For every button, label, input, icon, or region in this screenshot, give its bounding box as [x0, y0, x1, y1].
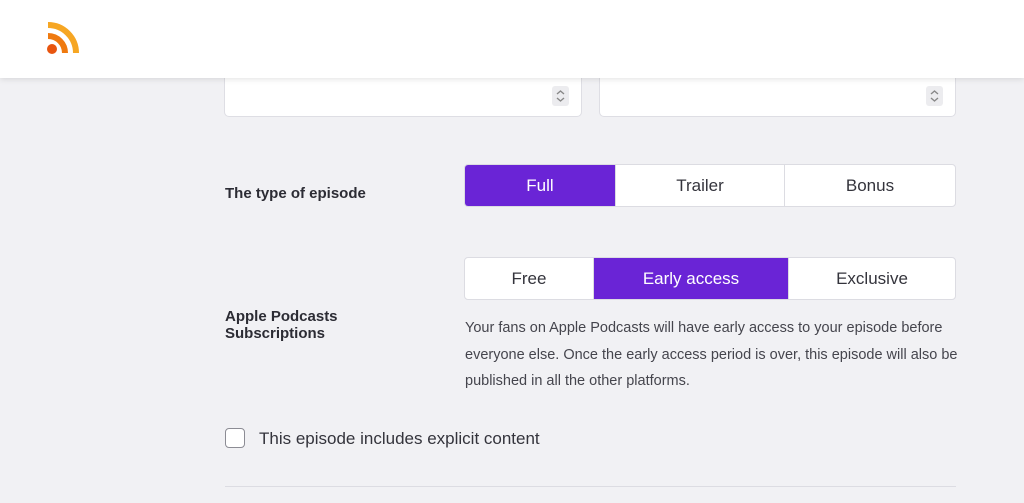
subscription-description: Your fans on Apple Podcasts will have ea…	[465, 315, 965, 395]
episode-type-bonus[interactable]: Bonus	[785, 165, 955, 206]
episode-type-label: The type of episode	[225, 185, 366, 202]
subscription-free[interactable]: Free	[465, 258, 594, 299]
subscription-exclusive[interactable]: Exclusive	[789, 258, 955, 299]
spinner-icon[interactable]	[552, 86, 569, 106]
rss-feed-icon[interactable]	[46, 17, 84, 55]
episode-type-selector: Full Trailer Bonus	[464, 164, 956, 207]
top-bar	[0, 0, 1024, 78]
explicit-checkbox[interactable]	[225, 428, 245, 448]
subscriptions-label: Apple Podcasts Subscriptions	[225, 308, 375, 342]
episode-type-full[interactable]: Full	[465, 165, 616, 206]
spinner-icon[interactable]	[926, 86, 943, 106]
divider	[225, 486, 956, 487]
episode-type-trailer[interactable]: Trailer	[616, 165, 785, 206]
subscription-selector: Free Early access Exclusive	[464, 257, 956, 300]
explicit-label[interactable]: This episode includes explicit content	[259, 429, 540, 449]
subscription-early-access[interactable]: Early access	[594, 258, 789, 299]
